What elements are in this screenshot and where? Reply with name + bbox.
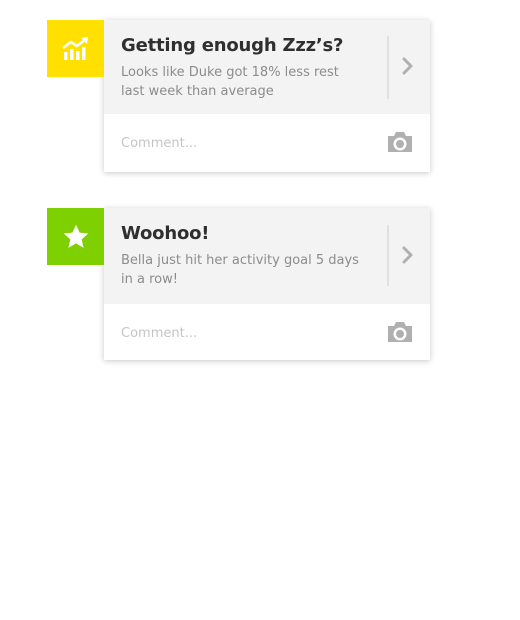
badge-sleep — [47, 20, 104, 77]
feed-card-activity: Woohoo! Bella just hit her activity goal… — [104, 208, 430, 360]
star-icon — [63, 224, 88, 248]
camera-icon[interactable] — [386, 320, 414, 344]
header-divider — [387, 225, 389, 286]
card-title: Woohoo! — [121, 223, 210, 244]
card-message: Looks like Duke got 18% less rest last w… — [121, 65, 339, 99]
card-message: Bella just hit her activity goal 5 days … — [121, 253, 359, 287]
trending-up-bar-chart-icon — [61, 36, 88, 60]
badge-activity — [47, 208, 104, 265]
card-title: Getting enough Zzz’s? — [121, 35, 344, 56]
card-header-sleep[interactable]: Getting enough Zzz’s? Looks like Duke go… — [104, 20, 430, 114]
card-header-activity[interactable]: Woohoo! Bella just hit her activity goal… — [104, 208, 430, 304]
header-divider — [387, 36, 389, 99]
comment-input[interactable] — [121, 321, 361, 345]
camera-icon[interactable] — [386, 130, 414, 154]
feed-card-sleep: Getting enough Zzz’s? Looks like Duke go… — [104, 20, 430, 172]
chevron-right-icon[interactable] — [401, 56, 415, 76]
comment-input[interactable] — [121, 131, 361, 155]
chevron-right-icon[interactable] — [401, 245, 415, 265]
